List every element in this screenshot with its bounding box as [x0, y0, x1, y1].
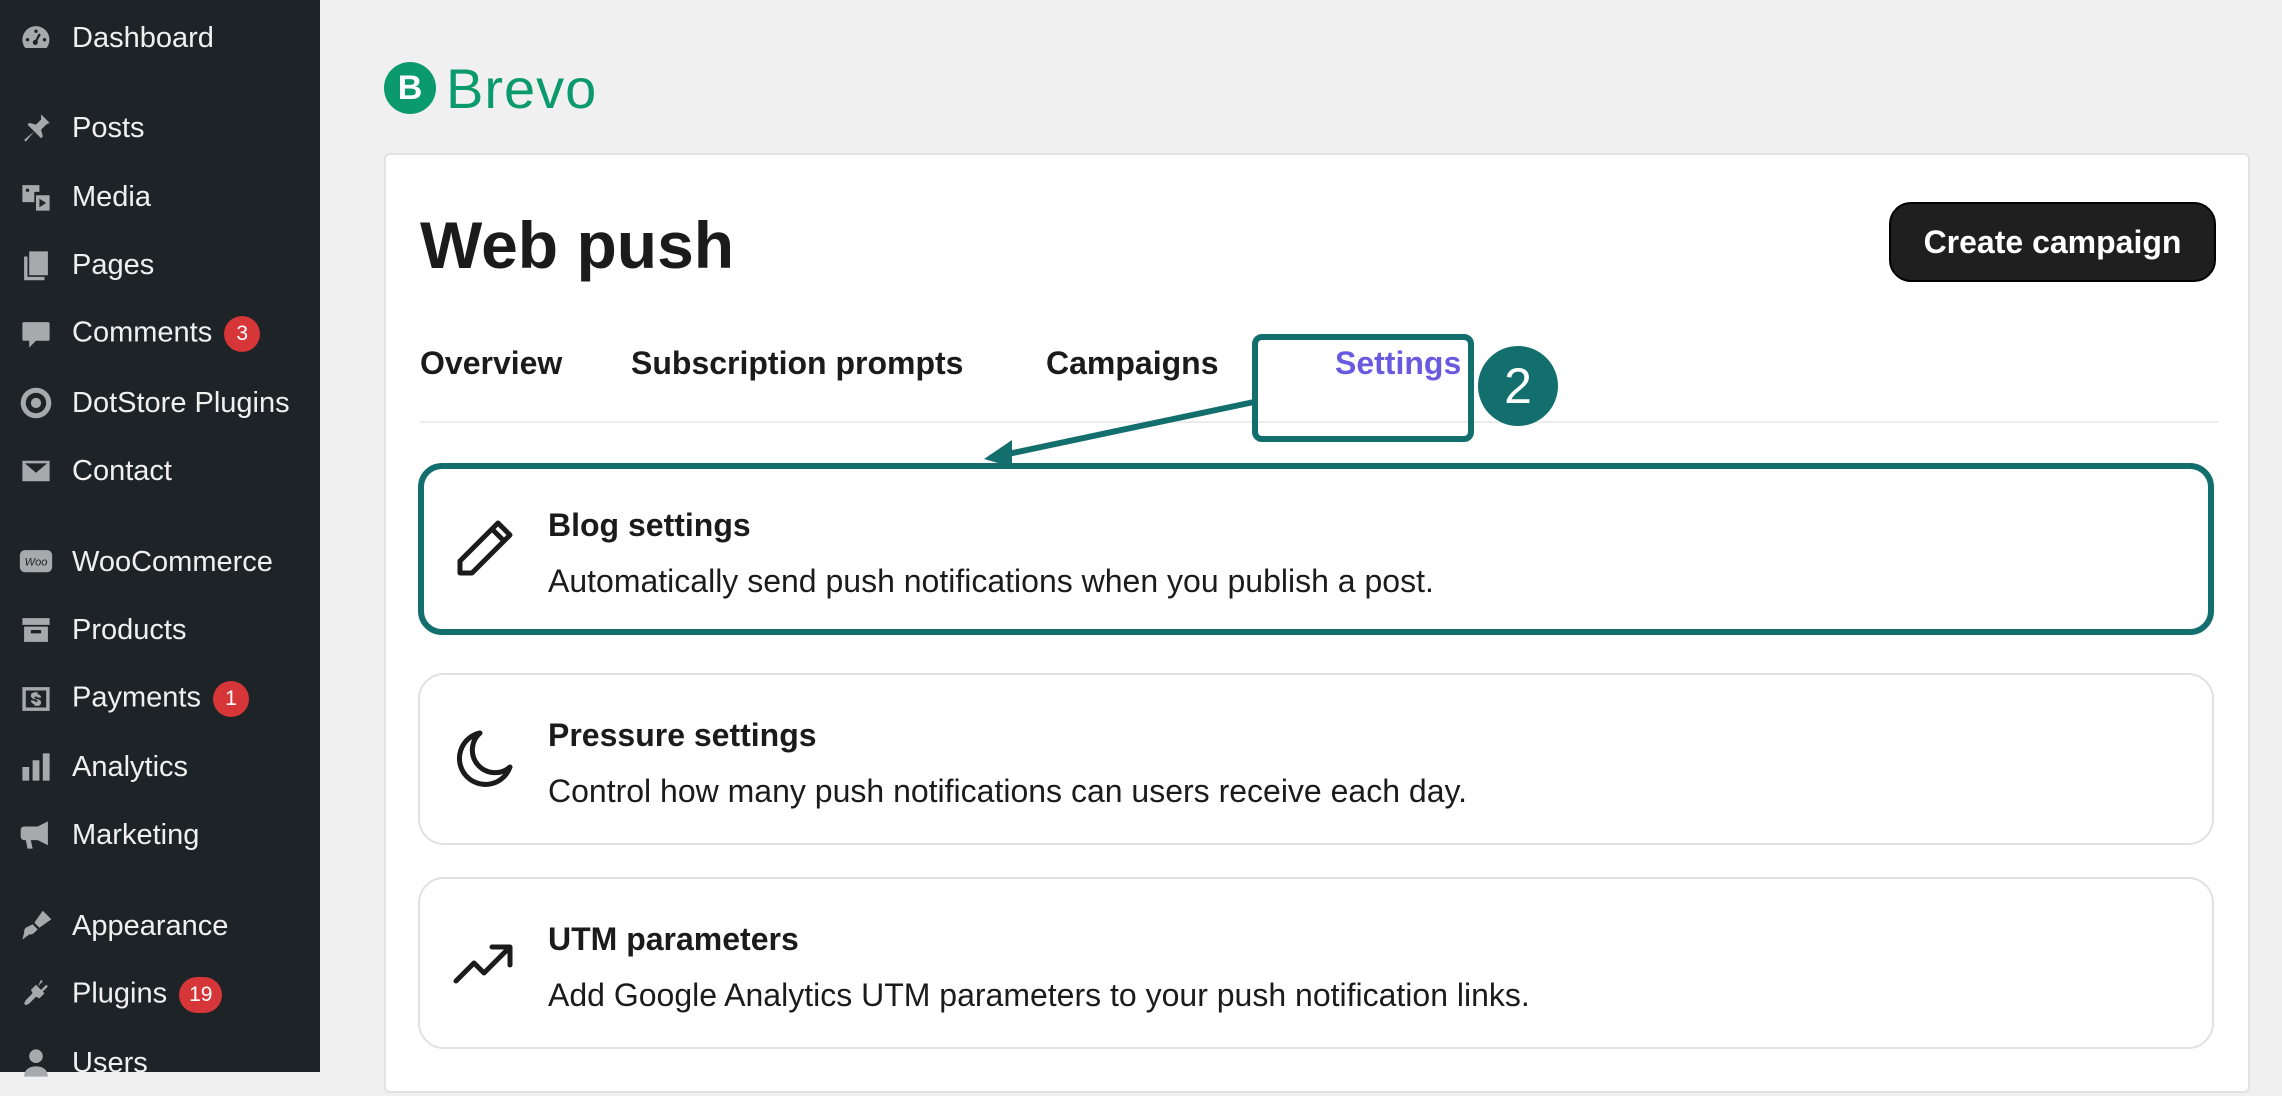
create-campaign-button[interactable]: Create campaign	[1889, 202, 2216, 282]
card-description: Add Google Analytics UTM parameters to y…	[548, 977, 1530, 1013]
archive-icon	[18, 612, 54, 648]
payments-count-badge: 1	[212, 681, 249, 717]
plugins-count-badge: 19	[179, 977, 223, 1013]
user-icon	[18, 1045, 54, 1081]
sidebar-item-marketing[interactable]: Marketing	[0, 802, 320, 868]
sidebar-item-plugins[interactable]: Plugins 19	[0, 962, 320, 1028]
pencil-icon	[452, 517, 516, 581]
page-title: Web push	[420, 208, 735, 282]
brevo-logo-mark: B	[384, 62, 436, 114]
sidebar-item-media[interactable]: Media	[0, 164, 320, 230]
comments-count-badge: 3	[224, 316, 261, 352]
sidebar-item-label: Marketing	[72, 818, 200, 851]
blog-settings-card[interactable]: Blog settings Automatically send push no…	[418, 463, 2214, 635]
woo-icon: Woo	[18, 544, 54, 580]
sidebar-item-label: Appearance	[72, 909, 229, 942]
brevo-logo-wordmark: Brevo	[446, 56, 598, 120]
settings-tab-highlight	[1252, 334, 1474, 442]
megaphone-icon	[18, 817, 54, 853]
tab-subscription-prompts[interactable]: Subscription prompts	[631, 345, 963, 382]
pages-icon	[18, 247, 54, 283]
mail-icon	[18, 453, 54, 489]
sidebar-item-label: Contact	[72, 454, 172, 487]
card-description: Automatically send push notifications wh…	[548, 563, 1434, 599]
sidebar-item-pages[interactable]: Pages	[0, 232, 320, 298]
sidebar-item-label: Comments 3	[72, 316, 261, 352]
dollar-icon	[18, 681, 54, 717]
pressure-settings-card[interactable]: Pressure settings Control how many push …	[418, 673, 2214, 845]
sidebar-item-payments[interactable]: Payments 1	[0, 666, 320, 732]
bar-chart-icon	[18, 749, 54, 785]
sidebar-item-contact[interactable]: Contact	[0, 438, 320, 504]
sidebar-item-comments[interactable]: Comments 3	[0, 301, 320, 367]
plug-icon	[18, 977, 54, 1013]
media-icon	[18, 179, 54, 215]
brevo-logo: B Brevo	[384, 57, 597, 120]
brush-icon	[18, 908, 54, 944]
sidebar-item-label: Dashboard	[72, 21, 214, 54]
sidebar-item-label: Plugins 19	[72, 977, 223, 1013]
sidebar-item-appearance[interactable]: Appearance	[0, 893, 320, 959]
sidebar-item-label: Products	[72, 613, 187, 646]
utm-parameters-card[interactable]: UTM parameters Add Google Analytics UTM …	[418, 877, 2214, 1049]
sidebar-item-products[interactable]: Products	[0, 597, 320, 663]
card-title: Pressure settings	[548, 717, 817, 753]
sidebar-item-label: Users	[72, 1046, 148, 1079]
tab-campaigns[interactable]: Campaigns	[1046, 345, 1218, 382]
target-icon	[18, 385, 54, 421]
pin-icon	[18, 110, 54, 146]
sidebar-item-label: WooCommerce	[72, 545, 273, 578]
card-title: UTM parameters	[548, 921, 799, 957]
step-number-badge: 2	[1478, 346, 1558, 426]
sidebar-item-woocommerce[interactable]: Woo WooCommerce	[0, 529, 320, 595]
card-title: Blog settings	[548, 507, 751, 543]
sidebar-item-label: Posts	[72, 111, 145, 144]
tab-overview[interactable]: Overview	[420, 345, 562, 382]
sidebar-item-label: Pages	[72, 248, 155, 281]
sidebar-item-label: Analytics	[72, 750, 189, 783]
sidebar-item-dashboard[interactable]: Dashboard	[0, 5, 320, 71]
comment-icon	[18, 316, 54, 352]
sidebar-item-analytics[interactable]: Analytics	[0, 734, 320, 800]
sidebar-item-label: Payments 1	[72, 681, 249, 717]
moon-icon	[452, 727, 516, 791]
trend-up-icon	[452, 931, 516, 995]
svg-text:Woo: Woo	[25, 556, 48, 568]
sidebar-item-posts[interactable]: Posts	[0, 95, 320, 161]
sidebar-item-label: DotStore Plugins	[72, 386, 290, 419]
sidebar-item-label: Media	[72, 180, 151, 213]
dashboard-icon	[18, 20, 54, 56]
admin-sidebar: Dashboard Posts Media Pages Comments 3 Do…	[0, 0, 320, 1079]
sidebar-item-dotstore-plugins[interactable]: DotStore Plugins	[0, 370, 320, 436]
sidebar-item-users[interactable]: Users	[0, 1030, 320, 1096]
card-description: Control how many push notifications can …	[548, 773, 1467, 809]
